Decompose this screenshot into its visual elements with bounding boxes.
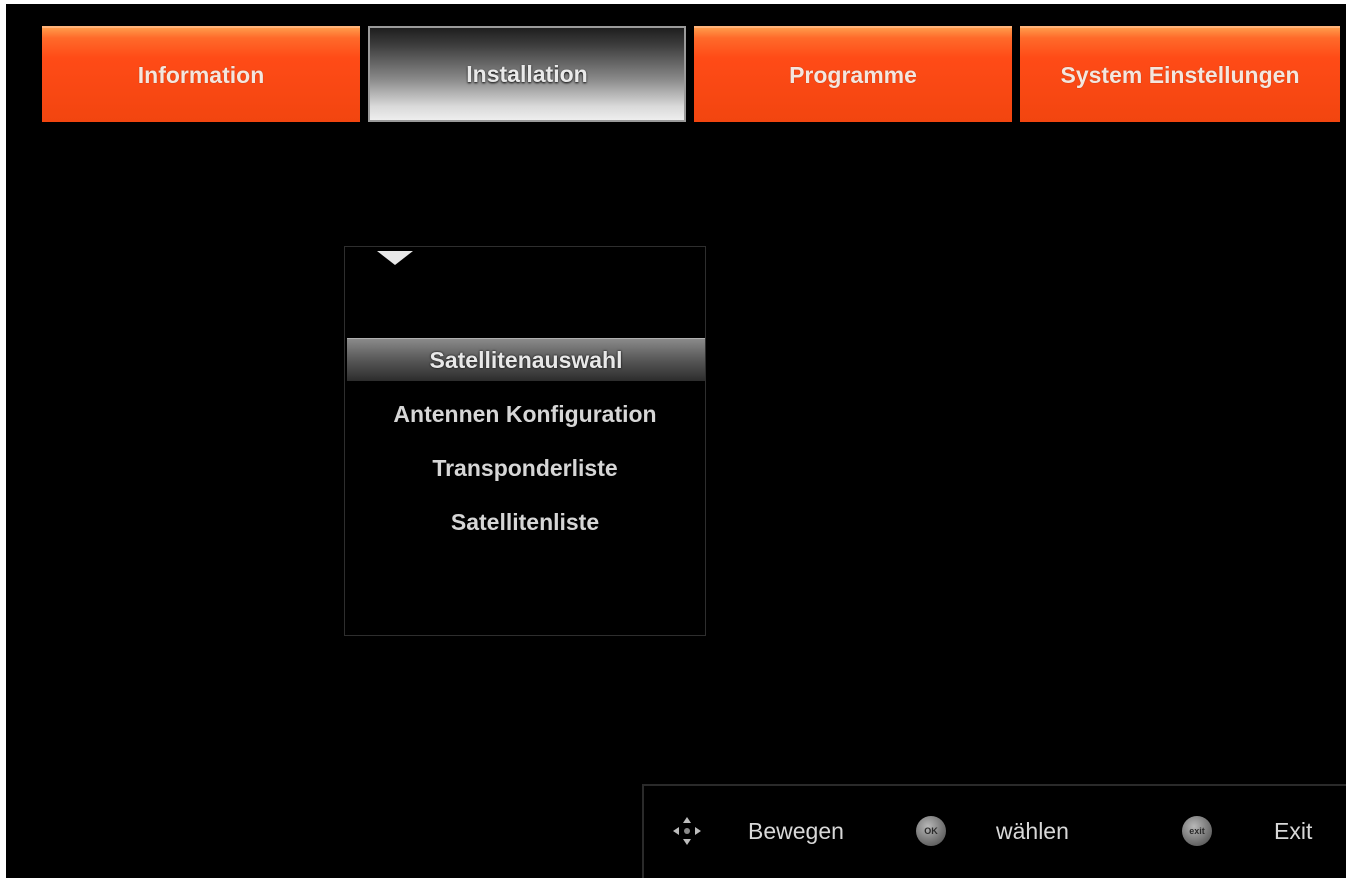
- exit-label: Exit: [1274, 818, 1313, 844]
- tab-system-einstellungen[interactable]: System Einstellungen: [1020, 26, 1340, 122]
- tab-programme[interactable]: Programme: [694, 26, 1012, 122]
- dpad-arrows-icon: [672, 816, 702, 846]
- move-label: Bewegen: [748, 818, 844, 844]
- ok-button-icon: OK: [916, 816, 946, 846]
- triangle-down-icon: [377, 251, 413, 265]
- help-bar: Bewegen OK wählen exit Exit: [642, 784, 1346, 878]
- menu-item-satellitenauswahl[interactable]: Satellitenauswahl: [347, 338, 705, 381]
- exit-button-icon: exit: [1182, 816, 1212, 846]
- tv-menu-screen: Information Installation Programme Syste…: [6, 4, 1346, 878]
- tab-installation[interactable]: Installation: [368, 26, 686, 122]
- menu-item-antennen-konfiguration[interactable]: Antennen Konfiguration: [345, 393, 705, 435]
- select-label: wählen: [996, 818, 1069, 844]
- menu-item-transponderliste[interactable]: Transponderliste: [345, 447, 705, 489]
- installation-submenu: Satellitenauswahl Antennen Konfiguration…: [344, 246, 706, 636]
- tab-information[interactable]: Information: [42, 26, 360, 122]
- menu-item-satellitenliste[interactable]: Satellitenliste: [345, 501, 705, 543]
